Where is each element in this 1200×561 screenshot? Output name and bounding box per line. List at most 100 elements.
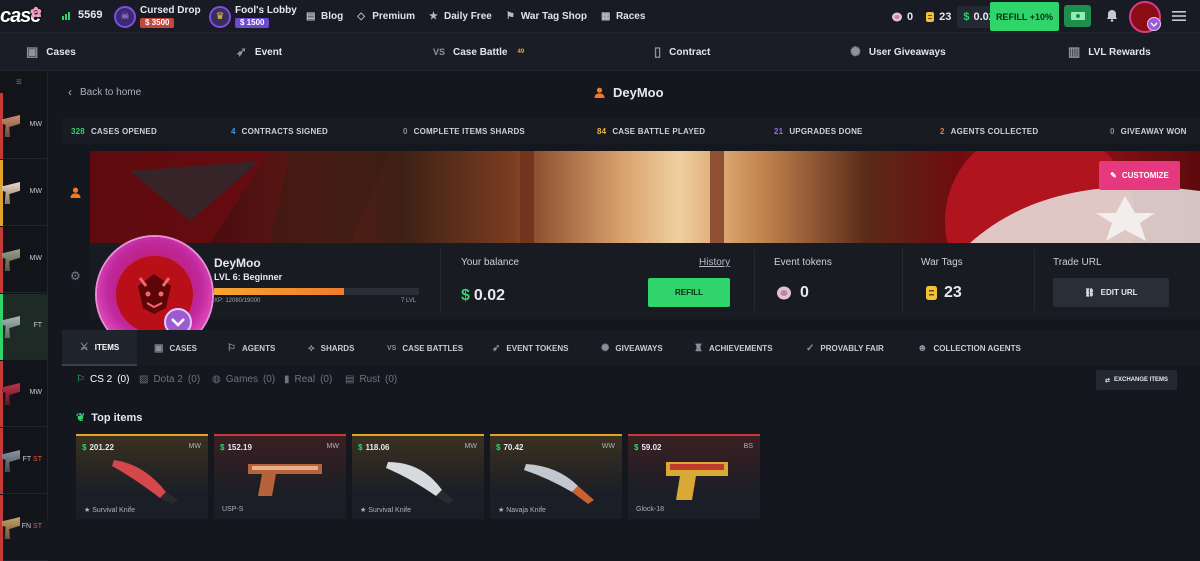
vs-icon: VS <box>387 344 397 352</box>
live-drops-toggle-icon[interactable]: ≡ <box>16 77 22 88</box>
subnav-cases[interactable]: ▣ Cases <box>26 33 76 71</box>
lobby-fools[interactable]: ♛ Fool's Lobby $ 1500 <box>209 4 297 29</box>
rocket-icon: ➶ <box>236 44 247 59</box>
skin-image <box>2 249 20 271</box>
rocket-icon: ➶ <box>492 342 501 354</box>
item-wear: MW <box>188 443 201 450</box>
live-drop-item[interactable]: MW <box>0 227 48 293</box>
profile-banner <box>90 151 1200 243</box>
tab-provably-fair[interactable]: ✓ PROVABLY FAIR <box>806 330 884 366</box>
signal-icon <box>62 12 70 20</box>
profile-page: ‹ Back to home DeyMoo 328 CASES OPENED 4C… <box>62 71 1200 519</box>
war-tags-value: 23 <box>925 284 962 302</box>
subnav-lvl-rewards[interactable]: ▥ LVL Rewards <box>1068 33 1151 71</box>
jester-icon: ♛ <box>215 11 225 22</box>
live-drop-item[interactable]: FT <box>0 294 48 360</box>
subnav-user-giveaways[interactable]: ✺ User Giveaways <box>850 33 946 71</box>
knife-image <box>112 460 178 504</box>
live-drop-item[interactable]: MW <box>0 160 48 226</box>
live-drops-strip: ≡ MW MW MW FT MW FT ST FN ST <box>0 71 48 561</box>
filter-rust[interactable]: ▤ Rust (0) <box>345 374 397 385</box>
live-drop-item[interactable]: FT ST <box>0 428 48 494</box>
item-card[interactable]: $70.42 WW ★ Navaja Knife <box>490 434 622 519</box>
tab-giveaways[interactable]: ✺ GIVEAWAYS <box>601 330 663 366</box>
notifications-bell-icon[interactable] <box>1106 9 1118 25</box>
menu-icon[interactable] <box>1172 10 1186 25</box>
filter-dota2[interactable]: ▨ Dota 2 (0) <box>139 374 200 385</box>
filter-real[interactable]: ▮ Real (0) <box>284 374 332 385</box>
nav-races[interactable]: ▦ Races <box>601 11 645 22</box>
lobby-avatar: ☠ <box>114 5 136 28</box>
war-tag-balance[interactable]: 23 <box>919 6 957 28</box>
side-user-icon[interactable] <box>70 187 81 201</box>
filter-cs2[interactable]: ⚐ CS 2 (0) <box>76 374 129 385</box>
refill-button[interactable]: REFILL <box>648 278 730 307</box>
subnav-contract[interactable]: ▯ Contract <box>654 33 710 71</box>
tab-items[interactable]: ⚔ ITEMS <box>62 330 137 366</box>
site-logo[interactable]: case ✿ <box>0 2 44 30</box>
stat-agents-collected: 2 AGENTS COLLECTED <box>940 126 1039 136</box>
tab-agents[interactable]: ⚐ AGENTS <box>227 330 275 366</box>
knife-image <box>386 462 454 504</box>
profile-username: DeyMoo <box>214 256 261 270</box>
checkered-flag-icon: ▦ <box>600 10 611 22</box>
user-avatar[interactable] <box>1127 0 1165 33</box>
tab-collection-agents[interactable]: ☻ COLLECTION AGENTS <box>917 330 1021 366</box>
subnav-event[interactable]: ➶ Event <box>236 33 282 71</box>
war-tag-icon <box>926 286 937 300</box>
refill-bonus-button[interactable]: REFILL +10% <box>990 2 1059 31</box>
trade-url-label: Trade URL <box>1053 257 1102 268</box>
tab-shards[interactable]: ⟡ SHARDS <box>308 330 354 366</box>
tab-achievements[interactable]: ♜ ACHIEVEMENTS <box>694 330 773 366</box>
skin-image <box>2 182 20 204</box>
gamepad-icon: ◍ <box>212 374 221 385</box>
filter-games[interactable]: ◍ Games (0) <box>212 374 275 385</box>
top-nav: ▤ Blog ◇ Premium ★ Daily Free ⚑ War Tag Shop… <box>306 0 659 33</box>
briefcase-icon: ▣ <box>26 44 39 59</box>
exchange-items-button[interactable]: ⇄ EXCHANGE ITEMS <box>1096 370 1177 390</box>
diamond-icon: ◇ <box>357 10 365 22</box>
confetti-icon: ✺ <box>601 342 610 354</box>
dota-icon: ▨ <box>139 374 149 385</box>
wallet-summary: 0 23 $ 0.02 <box>885 6 1001 28</box>
nav-blog[interactable]: ▤ Blog <box>306 11 343 22</box>
nav-war-tag-shop[interactable]: ⚑ War Tag Shop <box>506 11 587 22</box>
item-card[interactable]: $201.22 MW ★ Survival Knife <box>76 434 208 519</box>
war-tags-label: War Tags <box>921 257 963 268</box>
live-drop-item[interactable]: FN ST <box>0 495 48 561</box>
tab-cases[interactable]: ▣ CASES <box>154 330 197 366</box>
runner-icon: ⚐ <box>227 342 236 354</box>
history-link[interactable]: History <box>699 257 730 268</box>
tab-event-tokens[interactable]: ➶ EVENT TOKENS <box>492 330 568 366</box>
item-card[interactable]: $152.19 MW USP-S <box>214 434 346 519</box>
item-price: $59.02 <box>634 443 662 452</box>
edit-url-button[interactable]: ⛓ EDIT URL <box>1053 278 1169 307</box>
cash-bill-button[interactable] <box>1064 5 1091 27</box>
document-icon: ▯ <box>654 44 662 59</box>
lobby-cursed-drop[interactable]: ☠ Cursed Drop $ 3500 <box>114 4 201 29</box>
live-drop-item[interactable]: MW <box>0 361 48 427</box>
knife-icon: ⚔ <box>79 341 89 353</box>
customize-button[interactable]: ✎ CUSTOMIZE <box>1099 161 1180 190</box>
tab-case-battles[interactable]: VS CASE BATTLES <box>387 330 463 366</box>
pistol-image <box>248 464 322 496</box>
item-card[interactable]: $118.06 MW ★ Survival Knife <box>352 434 484 519</box>
subnav-case-battle[interactable]: VS Case Battle 49 <box>433 33 524 71</box>
stats-bar: 328 CASES OPENED 4 CONTRACTS SIGNED 0 COMPL… <box>62 118 1200 144</box>
live-drop-item[interactable]: MW <box>0 93 48 159</box>
item-wear: MW <box>326 443 339 450</box>
item-card[interactable]: $59.02 BS Glock-18 <box>628 434 760 519</box>
settings-gear-icon[interactable]: ⚙ <box>70 269 81 283</box>
level-badge-icon <box>1147 17 1161 31</box>
section-nav: ▣ Cases ➶ Event VS Case Battle 49 ▯ Contract … <box>0 33 1200 71</box>
item-type: Glock-18 <box>636 506 665 513</box>
event-token-balance[interactable]: 0 <box>885 6 919 28</box>
case-icon: ▣ <box>154 342 164 354</box>
nav-premium[interactable]: ◇ Premium <box>357 11 415 22</box>
book-icon: ▤ <box>306 10 316 22</box>
nav-daily-free[interactable]: ★ Daily Free <box>429 11 492 22</box>
back-to-home-link[interactable]: ‹ Back to home <box>68 85 141 99</box>
skin-image <box>2 316 20 338</box>
xp-text: XP: 12080/19000 <box>214 298 261 304</box>
stat-giveaway-won: 0 GIVEAWAY WON <box>1110 126 1187 136</box>
